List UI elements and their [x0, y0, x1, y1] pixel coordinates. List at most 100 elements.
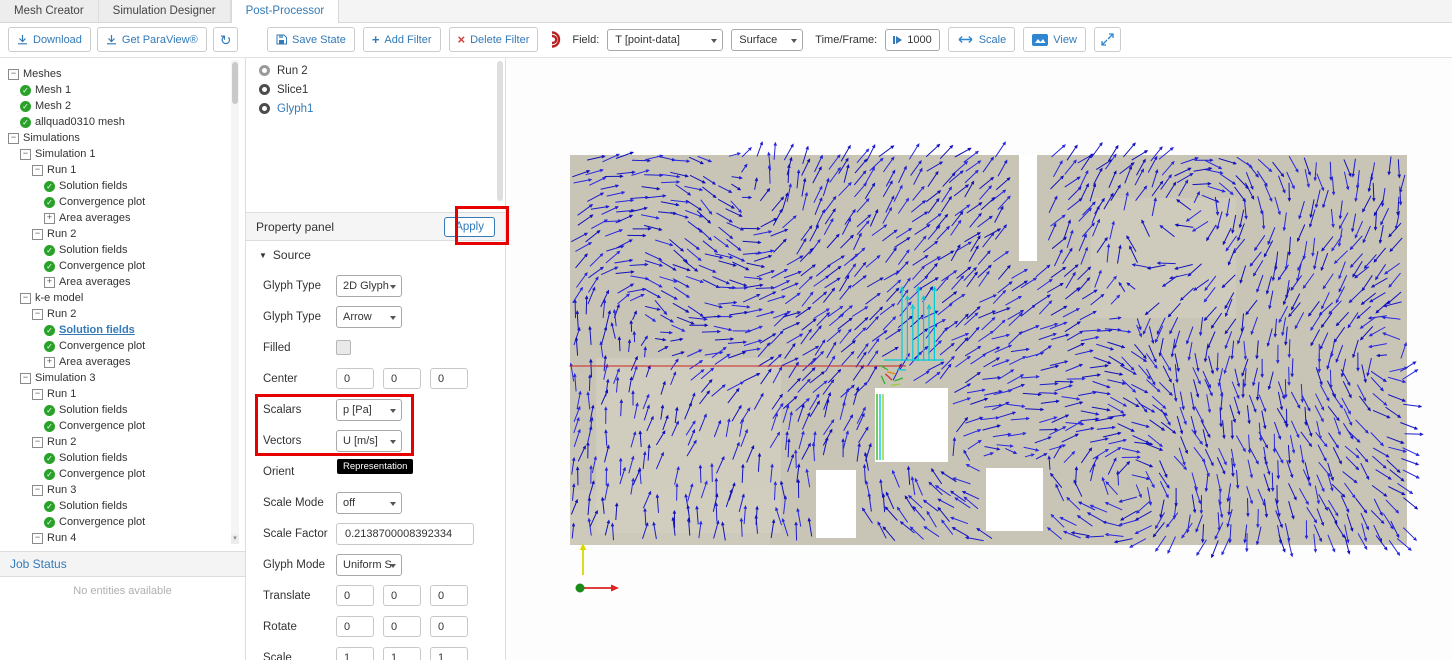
rotate-input-0[interactable]: 0 [336, 616, 374, 637]
tree-item-simulation-1[interactable]: − Simulation 1 [0, 146, 230, 162]
collapse-icon[interactable]: − [32, 308, 43, 320]
expand-icon[interactable]: + [44, 212, 55, 224]
scale-mode-select[interactable]: off [336, 491, 402, 514]
tree-item-run-1[interactable]: − Run 1 [0, 162, 230, 178]
collapse-icon[interactable]: − [20, 372, 31, 384]
filled-checkbox[interactable] [336, 340, 351, 355]
pipeline-item-slice1[interactable]: Slice1 [246, 80, 495, 99]
collapse-icon[interactable]: − [32, 436, 43, 448]
pipeline-scrollbar[interactable] [497, 61, 503, 201]
rotate-input-2[interactable]: 0 [430, 616, 468, 637]
tree-item-allquad0310-mesh[interactable]: ✓ allquad0310 mesh [0, 114, 230, 130]
pipeline-item-run-2[interactable]: Run 2 [246, 61, 495, 80]
tab-simulation-designer[interactable]: Simulation Designer [98, 0, 231, 22]
expand-icon[interactable]: + [44, 356, 55, 368]
tree-item-solution-fields[interactable]: ✓ Solution fields [0, 450, 230, 466]
tree-item-area-averages[interactable]: + Area averages [0, 354, 230, 370]
scale-input-0[interactable]: 1 [336, 647, 374, 660]
tree-item-simulations[interactable]: − Simulations [0, 130, 230, 146]
collapse-icon[interactable]: − [8, 132, 19, 144]
collapse-icon[interactable]: − [8, 68, 19, 80]
property-label: Orient [263, 465, 295, 478]
translate-input-0[interactable]: 0 [336, 585, 374, 606]
apply-button[interactable]: Apply [444, 216, 495, 237]
scale-factor-input[interactable]: 0.2138700008392334 [336, 522, 474, 545]
scale-input-2[interactable]: 1 [430, 647, 468, 660]
tree-item-run-2[interactable]: − Run 2 [0, 306, 230, 322]
property-label: Scale Factor [263, 527, 328, 540]
render-view-canvas[interactable] [506, 58, 1452, 660]
tree-item-simulation-3[interactable]: − Simulation 3 [0, 370, 230, 386]
visibility-toggle-icon[interactable] [259, 65, 270, 76]
resize-view-button[interactable] [1093, 27, 1121, 52]
collapse-icon[interactable]: − [32, 164, 43, 176]
glyph-type-select[interactable]: Arrow [336, 305, 402, 328]
tree-item-run-1[interactable]: − Run 1 [0, 386, 230, 402]
play-icon[interactable] [893, 35, 903, 44]
tree-item-meshes[interactable]: − Meshes [0, 66, 230, 82]
tree-item-solution-fields[interactable]: ✓ Solution fields [0, 322, 230, 338]
glyph-type-select[interactable]: 2D Glyph [336, 274, 402, 297]
download-button[interactable]: Download [8, 27, 91, 52]
tree-item-solution-fields[interactable]: ✓ Solution fields [0, 498, 230, 514]
scrollbar-down-arrow[interactable]: ▾ [231, 534, 239, 544]
job-status-header[interactable]: Job Status [0, 551, 245, 577]
tree-item-run-3[interactable]: − Run 3 [0, 482, 230, 498]
tree-item-convergence-plot[interactable]: ✓ Convergence plot [0, 466, 230, 482]
vectors-select[interactable]: U [m/s] [336, 429, 402, 452]
collapse-icon[interactable]: − [20, 148, 31, 160]
tab-post-processor[interactable]: Post-Processor [230, 0, 340, 23]
visibility-toggle-icon[interactable] [259, 103, 270, 114]
center-input-0[interactable]: 0 [336, 368, 374, 389]
scalars-select[interactable]: p [Pa] [336, 398, 402, 421]
tree-item-k-e-model[interactable]: − k-e model [0, 290, 230, 306]
tree-item-label: Mesh 2 [35, 100, 72, 112]
tree-item-solution-fields[interactable]: ✓ Solution fields [0, 178, 230, 194]
tree-item-mesh-1[interactable]: ✓ Mesh 1 [0, 82, 230, 98]
tree-item-convergence-plot[interactable]: ✓ Convergence plot [0, 338, 230, 354]
timeframe-input[interactable]: 1000 [885, 28, 940, 51]
delete-filter-button[interactable]: × Delete Filter [448, 27, 539, 52]
glyph-mode-select[interactable]: Uniform S [336, 553, 402, 576]
scrollbar-thumb[interactable] [232, 62, 238, 104]
translate-input-1[interactable]: 0 [383, 585, 421, 606]
tree-scrollbar[interactable]: ▾ [231, 60, 239, 544]
collapse-icon[interactable]: − [32, 484, 43, 496]
render-view[interactable] [506, 58, 1452, 660]
center-input-2[interactable]: 0 [430, 368, 468, 389]
visibility-toggle-icon[interactable] [259, 84, 270, 95]
tree-item-convergence-plot[interactable]: ✓ Convergence plot [0, 514, 230, 530]
tree-item-convergence-plot[interactable]: ✓ Convergence plot [0, 194, 230, 210]
refresh-button[interactable]: ↻ [212, 27, 239, 52]
tree-item-convergence-plot[interactable]: ✓ Convergence plot [0, 418, 230, 434]
pipeline-item-glyph1[interactable]: Glyph1 [246, 99, 495, 118]
scale-input-1[interactable]: 1 [383, 647, 421, 660]
tree-item-area-averages[interactable]: + Area averages [0, 210, 230, 226]
representation-select[interactable]: Surface [731, 28, 804, 51]
tree-item-mesh-2[interactable]: ✓ Mesh 2 [0, 98, 230, 114]
collapse-icon[interactable]: − [32, 228, 43, 240]
tree-item-solution-fields[interactable]: ✓ Solution fields [0, 402, 230, 418]
tree-item-label: Simulations [23, 132, 80, 144]
collapse-icon[interactable]: − [20, 292, 31, 304]
add-filter-button[interactable]: + Add Filter [362, 27, 441, 52]
tab-mesh-creator[interactable]: Mesh Creator [0, 0, 99, 22]
expand-icon[interactable]: + [44, 276, 55, 288]
view-button[interactable]: View [1023, 27, 1086, 52]
tree-item-run-4[interactable]: − Run 4 [0, 530, 230, 546]
tree-item-area-averages[interactable]: + Area averages [0, 274, 230, 290]
tree-item-run-2[interactable]: − Run 2 [0, 226, 230, 242]
translate-input-2[interactable]: 0 [430, 585, 468, 606]
center-input-1[interactable]: 0 [383, 368, 421, 389]
save-state-button[interactable]: Save State [267, 27, 355, 52]
tree-item-run-2[interactable]: − Run 2 [0, 434, 230, 450]
rotate-input-1[interactable]: 0 [383, 616, 421, 637]
collapse-icon[interactable]: − [32, 532, 43, 544]
get-paraview-button[interactable]: Get ParaView® [96, 27, 207, 52]
field-select[interactable]: T [point-data] [607, 28, 724, 51]
scale-button[interactable]: Scale [947, 27, 1016, 52]
collapse-icon[interactable]: − [32, 388, 43, 400]
tree-item-convergence-plot[interactable]: ✓ Convergence plot [0, 258, 230, 274]
tree-item-solution-fields[interactable]: ✓ Solution fields [0, 242, 230, 258]
source-section-header[interactable]: ▼ Source [259, 248, 311, 262]
